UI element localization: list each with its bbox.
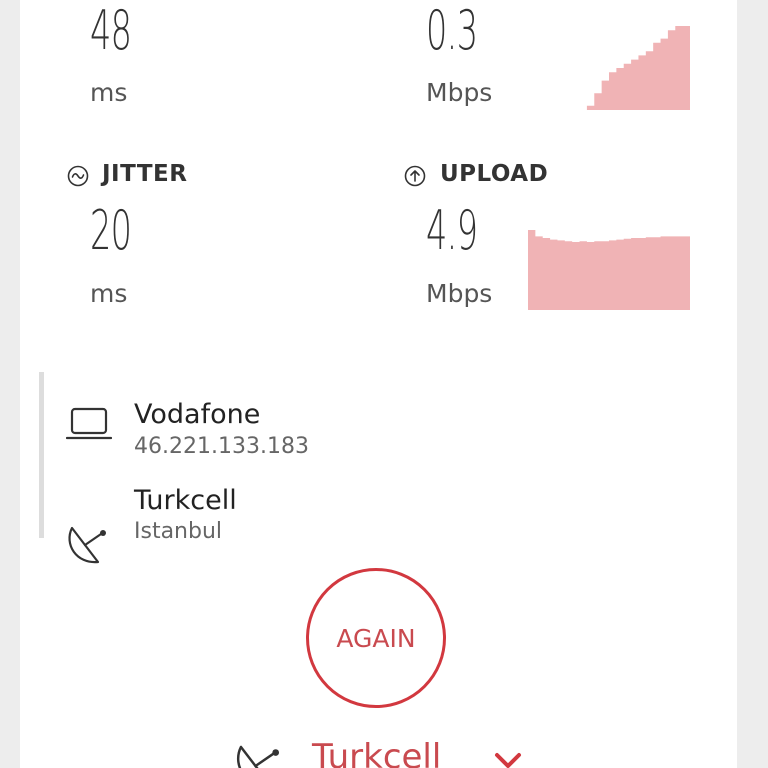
server-location: Istanbul	[134, 519, 223, 544]
sparkline-area	[528, 26, 690, 110]
results-panel: 48 ms 0.3 Mbps JITTER 20 ms UPLOAD 4.9 M…	[20, 0, 737, 768]
provider-name: Vodafone	[134, 399, 261, 430]
ping-unit: ms	[90, 78, 128, 107]
upload-label: UPLOAD	[440, 161, 549, 187]
satellite-dish-icon	[68, 526, 106, 564]
upload-sparkline	[528, 230, 690, 310]
upload-value: 4.9	[426, 199, 478, 262]
sparkline-area	[528, 230, 690, 310]
jitter-label: JITTER	[102, 161, 188, 187]
server-name: Turkcell	[134, 485, 237, 516]
ping-value: 48	[90, 0, 132, 62]
jitter-icon	[67, 165, 89, 187]
provider-ip: 46.221.133.183	[134, 434, 309, 459]
download-unit: Mbps	[426, 78, 493, 107]
laptop-icon	[66, 407, 112, 440]
selected-server-name: Turkcell	[312, 737, 442, 768]
server-info-divider	[39, 372, 44, 538]
download-sparkline	[528, 26, 690, 110]
upload-unit: Mbps	[426, 279, 493, 308]
jitter-unit: ms	[90, 279, 128, 308]
chevron-down-icon	[495, 753, 521, 768]
server-selector[interactable]: Turkcell	[232, 730, 552, 768]
again-button[interactable]: AGAIN	[306, 568, 446, 708]
upload-icon	[404, 165, 426, 187]
satellite-dish-icon	[236, 745, 280, 768]
jitter-value: 20	[90, 199, 132, 262]
download-value: 0.3	[426, 0, 478, 62]
